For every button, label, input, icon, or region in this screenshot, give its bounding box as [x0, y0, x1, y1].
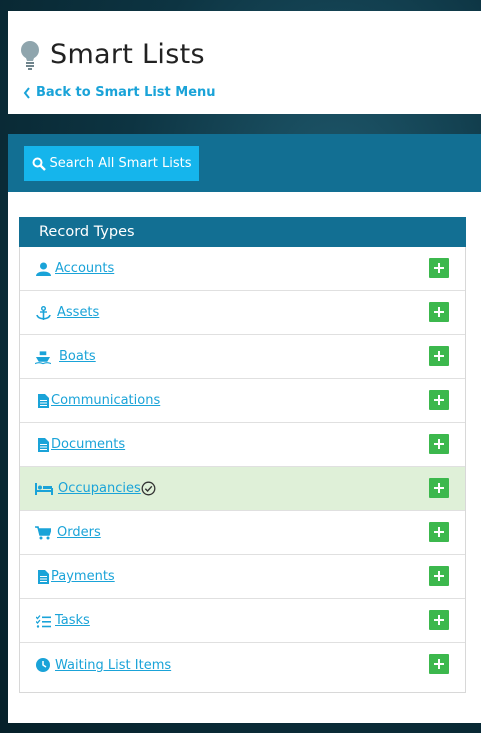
plus-icon: [434, 615, 444, 625]
add-occupancies-button[interactable]: [429, 478, 449, 498]
page-header: Smart Lists Back to Smart List Menu: [8, 11, 481, 114]
add-payments-button[interactable]: [429, 566, 449, 586]
documents-link[interactable]: Documents: [51, 437, 125, 452]
user-icon: [35, 261, 51, 277]
list-item-orders: Orders: [20, 511, 465, 555]
waiting-list-items-link[interactable]: Waiting List Items: [55, 658, 171, 673]
record-types-title: Record Types: [39, 224, 135, 240]
bed-icon: [35, 481, 53, 497]
boat-icon: [35, 349, 51, 365]
document-icon: [35, 437, 51, 453]
chevron-left-icon: [23, 86, 30, 99]
anchor-icon: [35, 305, 51, 321]
list-item-boats: Boats: [20, 335, 465, 379]
back-link-label: Back to Smart List Menu: [36, 85, 216, 100]
add-accounts-button[interactable]: [429, 258, 449, 278]
main-panel: Search All Smart Lists Record Types Acco…: [8, 134, 481, 723]
communications-link[interactable]: Communications: [51, 393, 160, 408]
check-circle-icon: [141, 481, 156, 496]
page-title: Smart Lists: [50, 39, 205, 70]
document-icon: [35, 569, 51, 585]
search-button-label: Search All Smart Lists: [49, 156, 192, 171]
plus-icon: [434, 527, 444, 537]
add-boats-button[interactable]: [429, 346, 449, 366]
list-item-waiting-list-items: Waiting List Items: [20, 643, 465, 687]
boats-link[interactable]: Boats: [59, 349, 96, 364]
plus-icon: [434, 439, 444, 449]
search-all-button[interactable]: Search All Smart Lists: [24, 146, 199, 181]
plus-icon: [434, 483, 444, 493]
record-types-heading: Record Types: [19, 217, 466, 247]
tasks-link[interactable]: Tasks: [55, 613, 90, 628]
plus-icon: [434, 307, 444, 317]
cart-icon: [35, 525, 51, 541]
lightbulb-icon: [21, 40, 39, 70]
orders-link[interactable]: Orders: [57, 525, 101, 540]
add-documents-button[interactable]: [429, 434, 449, 454]
list-item-documents: Documents: [20, 423, 465, 467]
list-item-accounts: Accounts: [20, 247, 465, 291]
list-item-payments: Payments: [20, 555, 465, 599]
list-item-assets: Assets: [20, 291, 465, 335]
add-waiting-list-items-button[interactable]: [429, 654, 449, 674]
back-to-menu-link[interactable]: Back to Smart List Menu: [23, 85, 216, 100]
plus-icon: [434, 351, 444, 361]
accounts-link[interactable]: Accounts: [55, 261, 114, 276]
record-types-panel: Record Types Accounts Assets Boats Commu…: [19, 217, 466, 693]
toolbar: Search All Smart Lists: [8, 134, 481, 192]
plus-icon: [434, 263, 444, 273]
plus-icon: [434, 571, 444, 581]
plus-icon: [434, 395, 444, 405]
payments-link[interactable]: Payments: [51, 569, 115, 584]
record-types-list: Accounts Assets Boats Communications Doc…: [20, 247, 465, 687]
add-tasks-button[interactable]: [429, 610, 449, 630]
list-item-tasks: Tasks: [20, 599, 465, 643]
plus-icon: [434, 659, 444, 669]
assets-link[interactable]: Assets: [57, 305, 99, 320]
checklist-icon: [35, 613, 51, 629]
add-orders-button[interactable]: [429, 522, 449, 542]
occupancies-link[interactable]: Occupancies: [58, 481, 141, 496]
document-icon: [35, 393, 51, 409]
add-communications-button[interactable]: [429, 390, 449, 410]
list-item-communications: Communications: [20, 379, 465, 423]
search-icon: [32, 157, 46, 171]
list-item-occupancies: Occupancies: [20, 467, 465, 511]
add-assets-button[interactable]: [429, 302, 449, 322]
title-row: Smart Lists: [20, 39, 205, 70]
clock-icon: [35, 657, 51, 673]
